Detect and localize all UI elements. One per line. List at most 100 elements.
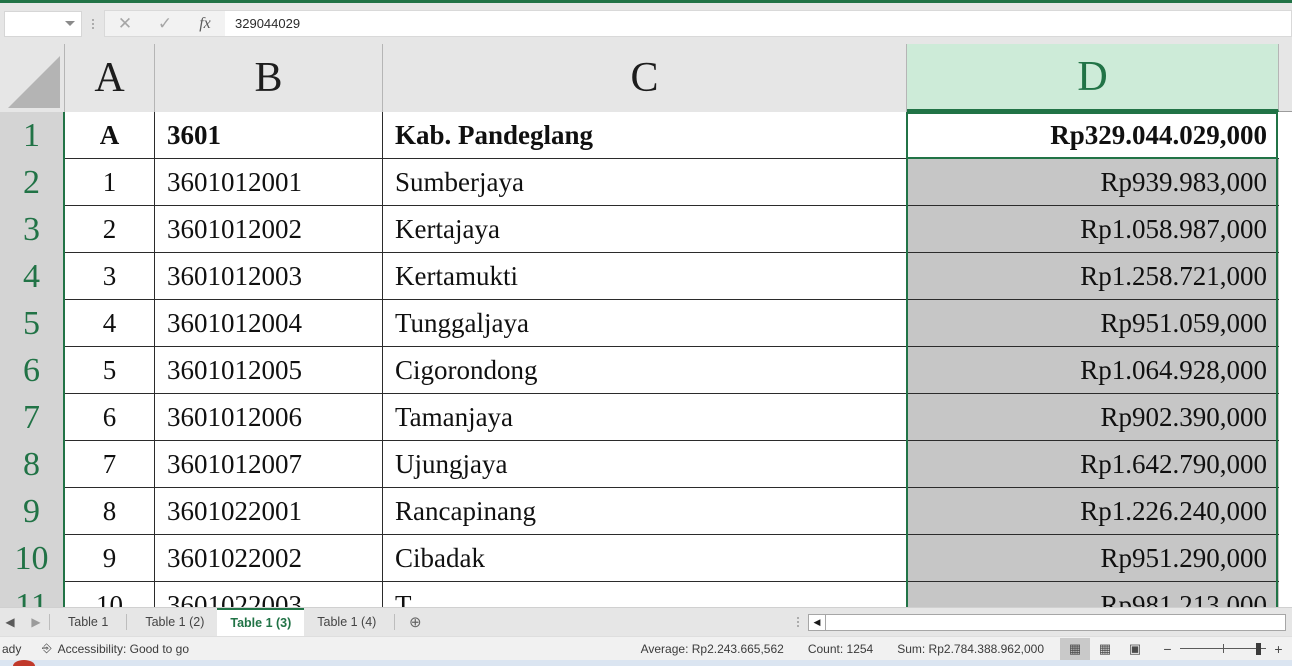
- cell-B2[interactable]: 3601012001: [155, 159, 383, 206]
- cell-A8[interactable]: 7: [65, 441, 155, 488]
- view-buttons: ▦ ▦ ▣: [1060, 637, 1150, 660]
- row-header[interactable]: 6: [0, 347, 65, 394]
- status-count[interactable]: Count: 1254: [808, 642, 873, 656]
- cell-B8[interactable]: 3601012007: [155, 441, 383, 488]
- cell-A11[interactable]: 10: [65, 582, 155, 607]
- add-sheet-icon[interactable]: ⊕: [400, 608, 430, 637]
- formula-value: 329044029: [235, 16, 301, 31]
- cell-B11[interactable]: 3601022003: [155, 582, 383, 607]
- column-header-d[interactable]: D: [907, 44, 1279, 112]
- formula-input[interactable]: 329044029: [225, 10, 1292, 37]
- cell-A1[interactable]: A: [65, 112, 155, 159]
- cell-B10[interactable]: 3601022002: [155, 535, 383, 582]
- cell-B1[interactable]: 3601: [155, 112, 383, 159]
- cell-C10[interactable]: Cibadak: [383, 535, 907, 582]
- cell-D1[interactable]: Rp329.044.029,000: [907, 112, 1279, 159]
- zoom-slider-thumb[interactable]: [1256, 642, 1261, 655]
- row-header[interactable]: 9: [0, 488, 65, 535]
- cell-D9[interactable]: Rp1.226.240,000: [907, 488, 1279, 535]
- column-header-b-label: B: [254, 55, 283, 101]
- formula-bar-buttons: ✕ ✓ fx: [104, 10, 225, 37]
- function-icon[interactable]: fx: [185, 11, 225, 36]
- cell-A6[interactable]: 5: [65, 347, 155, 394]
- row-header[interactable]: 5: [0, 300, 65, 347]
- cell-B3[interactable]: 3601012002: [155, 206, 383, 253]
- row-header[interactable]: 11: [0, 582, 65, 607]
- status-average[interactable]: Average: Rp2.243.665,562: [641, 642, 784, 656]
- normal-view-icon[interactable]: ▦: [1060, 637, 1090, 660]
- add-sheet-glyph: ⊕: [409, 614, 422, 631]
- cell-B7[interactable]: 3601012006: [155, 394, 383, 441]
- cell-A9[interactable]: 8: [65, 488, 155, 535]
- cell-D4[interactable]: Rp1.258.721,000: [907, 253, 1279, 300]
- horizontal-scrollbar[interactable]: ◀: [808, 613, 1286, 631]
- name-box[interactable]: [4, 10, 82, 37]
- check-icon[interactable]: ✓: [145, 11, 185, 36]
- cell-C9[interactable]: Rancapinang: [383, 488, 907, 535]
- cell-B4[interactable]: 3601012003: [155, 253, 383, 300]
- cell-D11[interactable]: Rp981.213,000: [907, 582, 1279, 607]
- nav-first-icon[interactable]: ◀: [2, 615, 18, 629]
- nav-last-glyph: ▶: [31, 615, 41, 629]
- spreadsheet-grid[interactable]: A B C D 1 A 3601 Kab. Pandeglang Rp329.044.0…: [0, 44, 1292, 607]
- cell-D5[interactable]: Rp951.059,000: [907, 300, 1279, 347]
- cell-C3[interactable]: Kertajaya: [383, 206, 907, 253]
- sheet-tab-3[interactable]: Table 1 (3): [217, 607, 305, 637]
- sheet-tab-4[interactable]: Table 1 (4): [304, 608, 389, 637]
- row-header[interactable]: 1: [0, 112, 65, 159]
- row-header[interactable]: 8: [0, 441, 65, 488]
- scroll-left-icon[interactable]: ◀: [809, 614, 826, 630]
- cell-C5[interactable]: Tunggaljaya: [383, 300, 907, 347]
- cell-C7[interactable]: Tamanjaya: [383, 394, 907, 441]
- cell-C2[interactable]: Sumberjaya: [383, 159, 907, 206]
- cell-D10[interactable]: Rp951.290,000: [907, 535, 1279, 582]
- scrollbar-grip[interactable]: [788, 617, 808, 627]
- row-header[interactable]: 3: [0, 206, 65, 253]
- cell-B9[interactable]: 3601022001: [155, 488, 383, 535]
- cell-C11[interactable]: T: [383, 582, 907, 607]
- formula-bar-grip[interactable]: [86, 11, 100, 37]
- sheet-nav-arrows: ◀ ▶: [0, 615, 44, 629]
- cell-A4[interactable]: 3: [65, 253, 155, 300]
- column-header-a[interactable]: A: [65, 44, 155, 112]
- accessibility-status[interactable]: ⎆ Accessibility: Good to go: [42, 641, 189, 656]
- cell-A7[interactable]: 6: [65, 394, 155, 441]
- column-headers: A B C D: [0, 44, 1292, 112]
- cell-C6[interactable]: Cigorondong: [383, 347, 907, 394]
- sheet-tab-2[interactable]: Table 1 (2): [132, 608, 217, 637]
- cell-C1[interactable]: Kab. Pandeglang: [383, 112, 907, 159]
- row-header[interactable]: 4: [0, 253, 65, 300]
- cell-D8[interactable]: Rp1.642.790,000: [907, 441, 1279, 488]
- zoom-out-icon[interactable]: −: [1162, 641, 1173, 657]
- cell-B6[interactable]: 3601012005: [155, 347, 383, 394]
- table-row: 2 1 3601012001 Sumberjaya Rp939.983,000: [0, 159, 1292, 206]
- row-header[interactable]: 2: [0, 159, 65, 206]
- cell-D7[interactable]: Rp902.390,000: [907, 394, 1279, 441]
- cell-A3[interactable]: 2: [65, 206, 155, 253]
- chevron-down-icon[interactable]: [65, 21, 75, 26]
- status-sum[interactable]: Sum: Rp2.784.388.962,000: [897, 642, 1044, 656]
- cell-D3[interactable]: Rp1.058.987,000: [907, 206, 1279, 253]
- cell-A5[interactable]: 4: [65, 300, 155, 347]
- column-header-c[interactable]: C: [383, 44, 907, 112]
- cell-A2[interactable]: 1: [65, 159, 155, 206]
- close-icon[interactable]: ✕: [105, 11, 145, 36]
- row-header[interactable]: 10: [0, 535, 65, 582]
- sheet-tab-1[interactable]: Table 1: [55, 608, 121, 637]
- select-all-corner[interactable]: [0, 44, 65, 112]
- cell-C8[interactable]: Ujungjaya: [383, 441, 907, 488]
- nav-last-icon[interactable]: ▶: [28, 615, 44, 629]
- row-header[interactable]: 7: [0, 394, 65, 441]
- scrollbar-thumb[interactable]: [826, 614, 1285, 630]
- zoom-in-icon[interactable]: +: [1273, 641, 1284, 657]
- page-layout-view-icon[interactable]: ▦: [1090, 638, 1120, 660]
- zoom-slider[interactable]: [1180, 642, 1266, 655]
- table-row: 4 3 3601012003 Kertamukti Rp1.258.721,000: [0, 253, 1292, 300]
- cell-D2[interactable]: Rp939.983,000: [907, 159, 1279, 206]
- column-header-b[interactable]: B: [155, 44, 383, 112]
- cell-C4[interactable]: Kertamukti: [383, 253, 907, 300]
- cell-A10[interactable]: 9: [65, 535, 155, 582]
- cell-B5[interactable]: 3601012004: [155, 300, 383, 347]
- cell-D6[interactable]: Rp1.064.928,000: [907, 347, 1279, 394]
- page-break-view-icon[interactable]: ▣: [1120, 638, 1150, 660]
